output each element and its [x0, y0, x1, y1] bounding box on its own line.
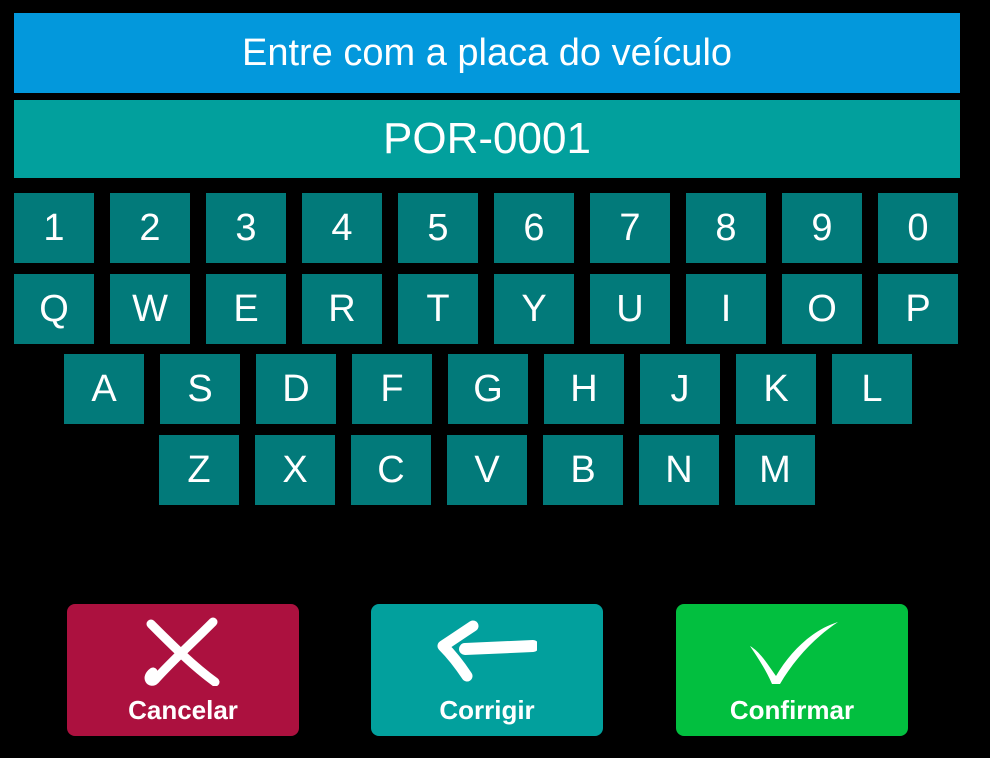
key-z[interactable]: Z [159, 435, 239, 505]
key-9[interactable]: 9 [782, 193, 862, 263]
key-2[interactable]: 2 [110, 193, 190, 263]
key-5[interactable]: 5 [398, 193, 478, 263]
key-n[interactable]: N [639, 435, 719, 505]
key-d[interactable]: D [256, 354, 336, 424]
key-j[interactable]: J [640, 354, 720, 424]
key-s[interactable]: S [160, 354, 240, 424]
keyboard-row-bottom-letters: Z X C V B N M [159, 435, 815, 505]
key-o[interactable]: O [782, 274, 862, 344]
cancel-label: Cancelar [128, 695, 238, 725]
key-r[interactable]: R [302, 274, 382, 344]
key-l[interactable]: L [832, 354, 912, 424]
key-w[interactable]: W [110, 274, 190, 344]
correct-label: Corrigir [439, 695, 535, 725]
x-mark-icon [144, 617, 220, 686]
key-1[interactable]: 1 [14, 193, 94, 263]
key-c[interactable]: C [351, 435, 431, 505]
key-p[interactable]: P [878, 274, 958, 344]
key-v[interactable]: V [447, 435, 527, 505]
key-t[interactable]: T [398, 274, 478, 344]
correct-button[interactable]: Corrigir [371, 604, 603, 736]
key-m[interactable]: M [735, 435, 815, 505]
key-b[interactable]: B [543, 435, 623, 505]
confirm-label: Confirmar [729, 695, 855, 725]
key-x[interactable]: X [255, 435, 335, 505]
keyboard-row-numbers: 1 2 3 4 5 6 7 8 9 0 [14, 193, 958, 263]
checkmark-icon [750, 622, 838, 684]
key-q[interactable]: Q [14, 274, 94, 344]
key-i[interactable]: I [686, 274, 766, 344]
keyboard-row-middle-letters: A S D F G H J K L [64, 354, 912, 424]
key-e[interactable]: E [206, 274, 286, 344]
key-y[interactable]: Y [494, 274, 574, 344]
key-6[interactable]: 6 [494, 193, 574, 263]
arrow-left-icon [437, 620, 537, 682]
plate-input-display[interactable]: POR-0001 [14, 100, 960, 178]
page-title: Entre com a placa do veículo [14, 13, 960, 93]
key-7[interactable]: 7 [590, 193, 670, 263]
key-4[interactable]: 4 [302, 193, 382, 263]
key-8[interactable]: 8 [686, 193, 766, 263]
key-k[interactable]: K [736, 354, 816, 424]
keyboard-row-top-letters: Q W E R T Y U I O P [14, 274, 958, 344]
key-h[interactable]: H [544, 354, 624, 424]
confirm-button[interactable]: Confirmar [676, 604, 908, 736]
key-g[interactable]: G [448, 354, 528, 424]
key-3[interactable]: 3 [206, 193, 286, 263]
key-0[interactable]: 0 [878, 193, 958, 263]
key-f[interactable]: F [352, 354, 432, 424]
key-u[interactable]: U [590, 274, 670, 344]
key-a[interactable]: A [64, 354, 144, 424]
cancel-button[interactable]: Cancelar [67, 604, 299, 736]
